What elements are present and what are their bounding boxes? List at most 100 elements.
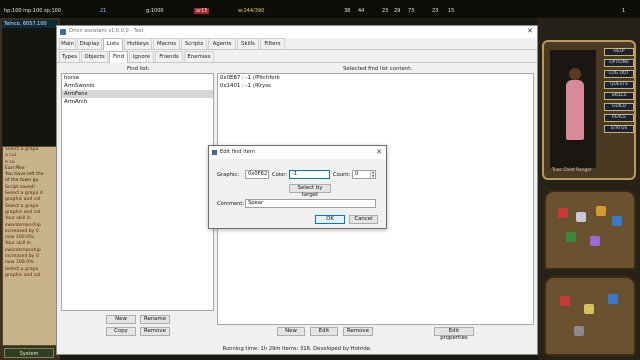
hud-tag: ar15: [194, 8, 210, 14]
paperdoll-options-button[interactable]: OPTIONS: [604, 59, 634, 67]
hud-counter-5: 73: [408, 8, 415, 14]
tab-types[interactable]: Types: [59, 51, 80, 62]
backpack-gump[interactable]: [544, 190, 636, 270]
window-titlebar[interactable]: Orion assistant v1.0.0.0 - Test ✕: [57, 26, 537, 38]
dialog-titlebar[interactable]: Edit find item ✕: [209, 146, 386, 159]
paperdoll-portrait: [550, 50, 596, 168]
dialog-title: Edit find item: [220, 149, 255, 155]
content-remove-button[interactable]: Remove: [343, 327, 373, 336]
character-head: [569, 68, 581, 80]
paperdoll-name: Tuxo Chief Ranger: [552, 168, 592, 173]
comment-field[interactable]: Spear: [245, 199, 376, 208]
status-bar: Running time: 1h 29m Items: 316. Develop…: [222, 346, 372, 352]
game-left-pane: Telnco, 6057,100 Select a grapa a cui e …: [0, 18, 60, 360]
paperdoll-logout-button[interactable]: LOG OUT: [604, 70, 634, 78]
game-right-pane: HELP OPTIONS LOG OUT QUESTS SKILLS GUILD…: [538, 18, 640, 360]
find-list-label: Find list:: [127, 66, 150, 72]
close-icon[interactable]: ✕: [376, 148, 382, 156]
paperdoll-peace-button[interactable]: PEACE: [604, 114, 634, 122]
journal[interactable]: Select a grapa a cui e cu Earl Pike You …: [2, 146, 58, 346]
stepper-arrows-icon[interactable]: ▲ ▼: [370, 171, 375, 178]
content-list-label: Selected find list content:: [343, 66, 413, 72]
paperdoll-guild-button[interactable]: GUILD: [604, 103, 634, 111]
bag-item[interactable]: [590, 236, 600, 246]
content-item[interactable]: 0x1401 : -1 //Kryss: [218, 82, 533, 90]
paperdoll-status-button[interactable]: STATUS: [604, 125, 634, 133]
find-list-new-button[interactable]: New: [106, 315, 136, 324]
count-label: Count:: [333, 172, 351, 178]
bag-item[interactable]: [576, 212, 586, 222]
tab-main[interactable]: Main: [59, 38, 76, 49]
color-field[interactable]: -1: [289, 170, 330, 179]
paperdoll-quests-button[interactable]: QUESTS: [604, 81, 634, 89]
tab-macros[interactable]: Macros: [153, 38, 180, 49]
count-value: 0: [355, 171, 359, 177]
bag-item[interactable]: [608, 294, 618, 304]
tab-scripts[interactable]: Scripts: [181, 38, 207, 49]
hud-counter-3: 23: [382, 8, 389, 14]
journal-line: graphic and col: [5, 272, 41, 278]
tab-filters[interactable]: Filters: [260, 38, 285, 49]
tab-hotkeys[interactable]: Hotkeys: [124, 38, 152, 49]
edit-find-item-dialog: Edit find item ✕ Graphic: 0x0F62 Color: …: [208, 145, 387, 229]
paperdoll-skills-button[interactable]: SKILLS: [604, 92, 634, 100]
system-button[interactable]: System: [4, 348, 54, 358]
content-new-button[interactable]: New: [277, 327, 305, 336]
dialog-icon: [212, 150, 217, 155]
tab-ignore[interactable]: Ignore: [129, 51, 154, 62]
second-bag-gump[interactable]: [544, 276, 636, 356]
bag-item[interactable]: [566, 232, 576, 242]
find-list-remove-button[interactable]: Remove: [140, 327, 170, 336]
find-list-rename-button[interactable]: Rename: [140, 315, 170, 324]
graphic-label: Graphic:: [217, 172, 239, 178]
graphic-field[interactable]: 0x0F62: [245, 170, 269, 179]
tab-skills[interactable]: Skills: [237, 38, 259, 49]
content-item[interactable]: 0x0E87 : -1 //Pitchfork: [218, 74, 533, 82]
hud-counter-2: 44: [358, 8, 365, 14]
bag-item[interactable]: [574, 326, 584, 336]
game-hud-bar: hp:100 mp:100 sp:100 21 g:1000 ar15 w:24…: [0, 0, 640, 18]
select-by-target-button[interactable]: Select by target: [289, 184, 331, 198]
edit-properties-button[interactable]: Edit properties: [434, 327, 474, 341]
tab-lists[interactable]: Lists: [103, 38, 123, 50]
gold-text: g:1000: [146, 8, 164, 14]
bag-item[interactable]: [558, 208, 568, 218]
hud-bar-end: 1: [622, 8, 626, 14]
sub-tab-bar: Types Objects Find Ignore Friends Enemie…: [57, 51, 537, 63]
weight-text: w:244/390: [238, 8, 265, 14]
bag-item[interactable]: [560, 296, 570, 306]
tab-objects[interactable]: Objects: [81, 51, 108, 62]
list-item[interactable]: ArmArch: [62, 98, 213, 106]
tab-enemies[interactable]: Enemies: [184, 51, 214, 62]
list-item-selected[interactable]: ArmFens: [62, 90, 213, 98]
cancel-button[interactable]: Cancel: [349, 215, 378, 224]
left-window-title: Telnco, 6057,100: [2, 20, 58, 28]
screen: hp:100 mp:100 sp:100 21 g:1000 ar15 w:24…: [0, 0, 640, 360]
find-list[interactable]: horse ArmSwords ArmFens ArmArch: [61, 73, 214, 311]
tab-find[interactable]: Find: [109, 51, 128, 63]
window-title: Orion assistant v1.0.0.0 - Test: [69, 28, 144, 34]
bag-item[interactable]: [596, 206, 606, 216]
tab-agents[interactable]: Agents: [208, 38, 236, 49]
tab-display[interactable]: Display: [77, 38, 102, 49]
app-icon: [60, 29, 66, 35]
list-item[interactable]: horse: [62, 74, 213, 82]
hud-counter-7: 15: [448, 8, 455, 14]
list-item[interactable]: ArmSwords: [62, 82, 213, 90]
paperdoll-help-button[interactable]: HELP: [604, 48, 634, 56]
count-stepper[interactable]: 0 ▲ ▼: [352, 170, 376, 179]
vitals-text: hp:100 mp:100 sp:100: [4, 8, 62, 14]
find-list-copy-button[interactable]: Copy: [106, 327, 136, 336]
color-label: Color:: [272, 172, 288, 178]
hud-counter-4: 29: [394, 8, 401, 14]
paperdoll: HELP OPTIONS LOG OUT QUESTS SKILLS GUILD…: [542, 40, 636, 180]
bag-item[interactable]: [612, 216, 622, 226]
close-icon[interactable]: ✕: [527, 27, 533, 35]
ok-button[interactable]: OK: [315, 215, 345, 224]
tab-friends[interactable]: Friends: [155, 51, 183, 62]
content-edit-button[interactable]: Edit: [310, 327, 338, 336]
hud-stat-a: 21: [100, 8, 107, 14]
hud-counter-1: 38: [344, 8, 351, 14]
game-viewport-left: [2, 28, 58, 146]
bag-item[interactable]: [584, 304, 594, 314]
